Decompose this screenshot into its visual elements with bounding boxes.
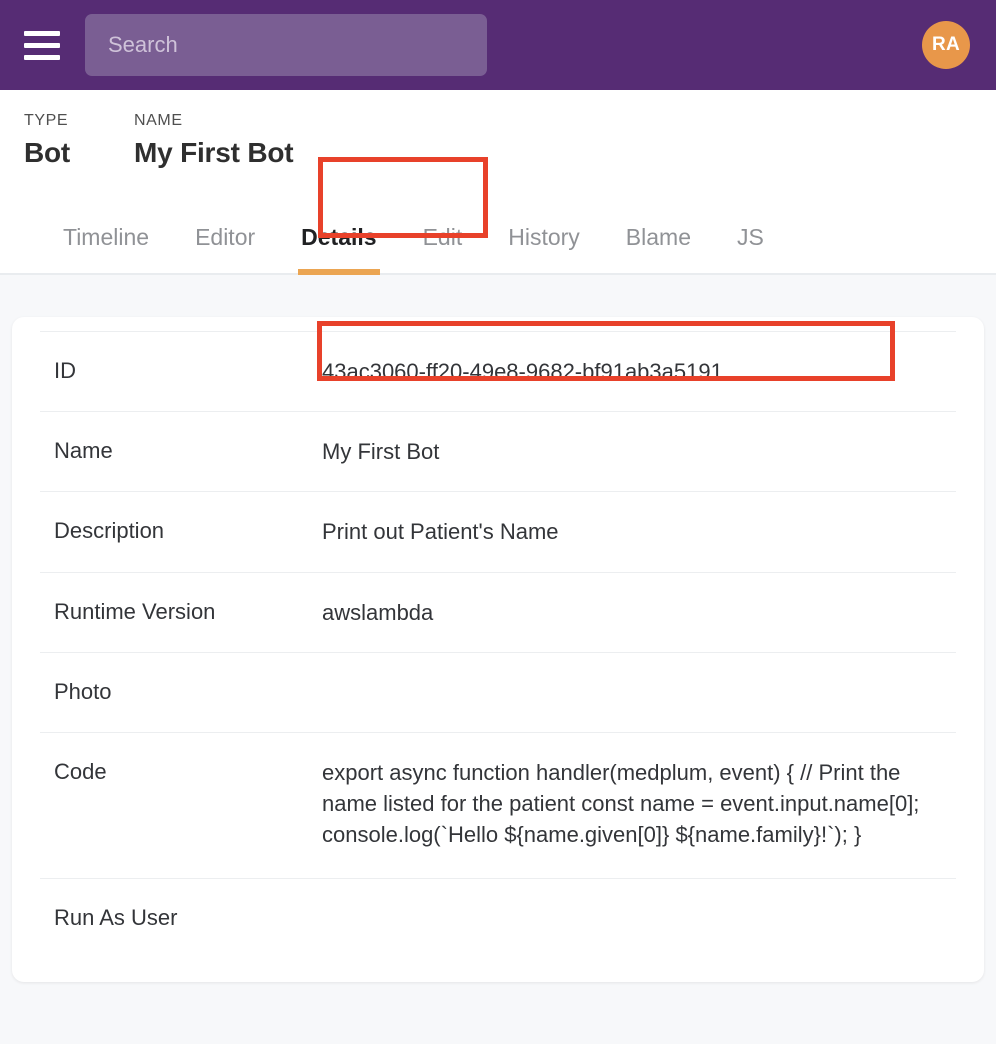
detail-row-code: Code export async function handler(medpl… [40,732,956,879]
tab-json[interactable]: JS [714,224,787,273]
hamburger-bar [24,55,60,60]
hamburger-bar [24,43,60,48]
resource-type-block: TYPE Bot [24,112,134,169]
resource-title-columns: TYPE Bot NAME My First Bot [0,112,996,169]
tab-edit[interactable]: Edit [400,224,486,273]
detail-value-run-as-user [322,903,342,934]
detail-row-id: ID 43ac3060-ff20-49e8-9682-bf91ab3a5191 [40,331,956,411]
detail-value-name: My First Bot [322,436,459,467]
content-area: ID 43ac3060-ff20-49e8-9682-bf91ab3a5191 … [0,275,996,1024]
detail-row-description: Description Print out Patient's Name [40,491,956,571]
search-input[interactable] [85,14,487,76]
detail-key: Run As User [40,903,322,934]
detail-key: ID [40,356,322,387]
hamburger-bar [24,31,60,36]
detail-row-photo: Photo [40,652,956,732]
detail-value-code: export async function handler(medplum, e… [322,757,947,851]
tab-details[interactable]: Details [278,224,399,273]
name-label: NAME [134,112,293,130]
tab-timeline[interactable]: Timeline [40,224,172,273]
tab-editor[interactable]: Editor [172,224,278,273]
resource-header: TYPE Bot NAME My First Bot Timeline Edit… [0,90,996,275]
app-root: RA TYPE Bot NAME My First Bot Timeline E… [0,0,996,1044]
detail-row-name: Name My First Bot [40,411,956,491]
detail-value-runtime-version: awslambda [322,597,453,628]
app-header: RA [0,0,996,90]
hamburger-icon[interactable] [24,30,60,60]
detail-row-run-as-user: Run As User [40,878,956,958]
detail-key: Description [40,516,322,547]
detail-row-runtime-version: Runtime Version awslambda [40,572,956,652]
type-value: Bot [24,137,134,169]
tab-blame[interactable]: Blame [603,224,714,273]
detail-value-photo [322,677,342,708]
detail-value-id: 43ac3060-ff20-49e8-9682-bf91ab3a5191 [322,356,743,387]
avatar[interactable]: RA [922,21,970,69]
detail-key: Photo [40,677,322,708]
avatar-initials: RA [932,34,960,56]
details-card: ID 43ac3060-ff20-49e8-9682-bf91ab3a5191 … [12,317,984,982]
detail-key: Code [40,757,322,851]
tab-history[interactable]: History [485,224,603,273]
resource-name-block: NAME My First Bot [134,112,293,169]
detail-key: Name [40,436,322,467]
detail-key: Runtime Version [40,597,322,628]
type-label: TYPE [24,112,134,130]
tab-bar: Timeline Editor Details Edit History Bla… [0,197,996,275]
detail-value-description: Print out Patient's Name [322,516,579,547]
page-title: My First Bot [134,137,293,169]
